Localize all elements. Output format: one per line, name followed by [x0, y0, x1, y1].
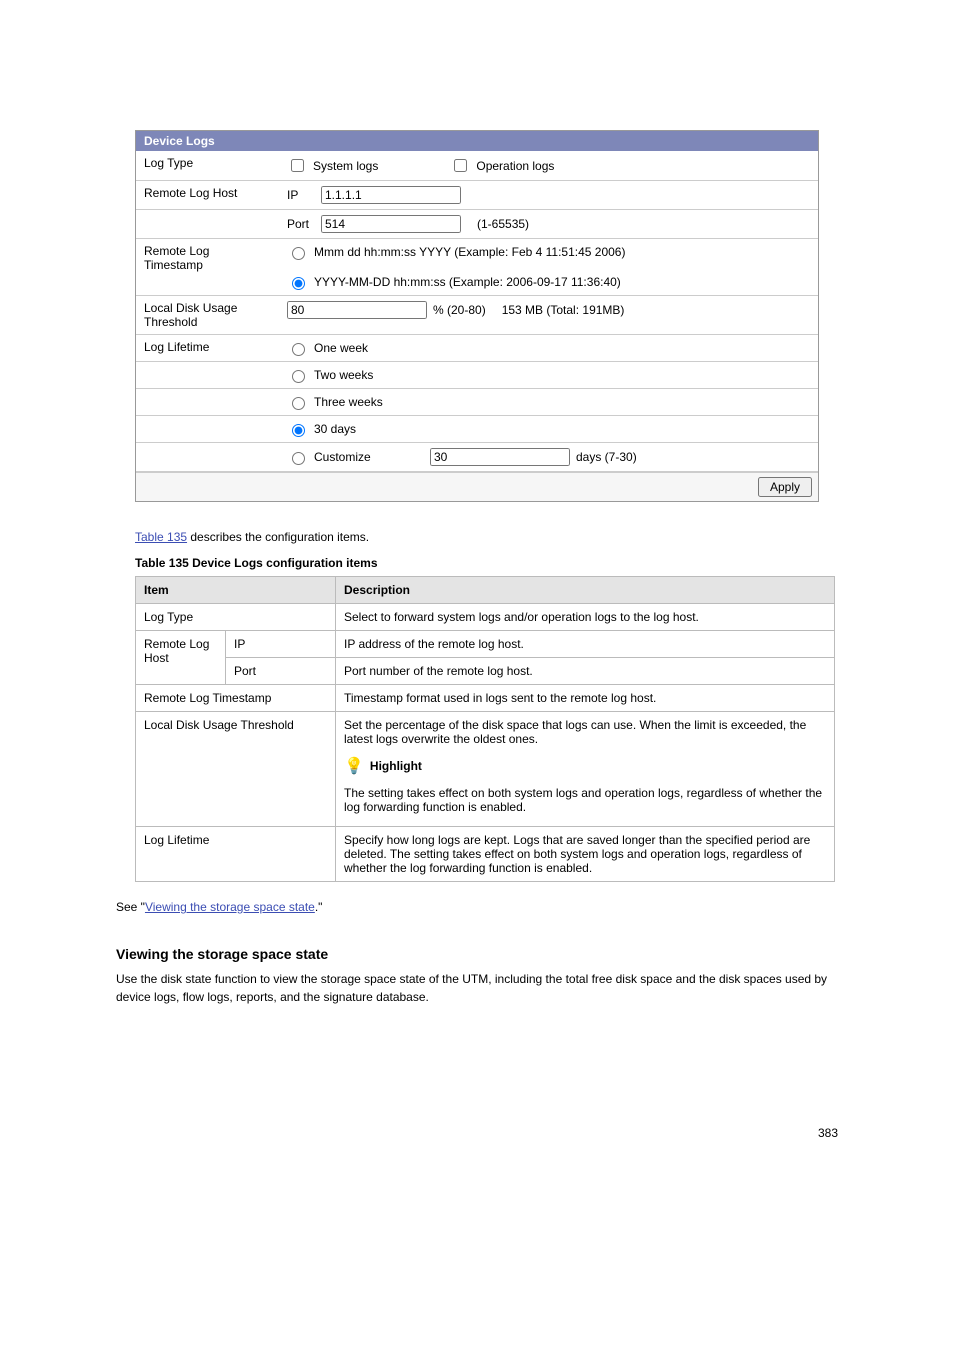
cell-remotehost-port-desc: Port number of the remote log host. [336, 658, 835, 685]
see-suffix: ." [315, 900, 323, 914]
label-remote-log-host: Remote Log Host [136, 181, 279, 210]
label-log-lifetime: Log Lifetime [136, 335, 279, 362]
lifetime-oneweek-row: One week [287, 340, 810, 356]
diskusage-desc1: Set the percentage of the disk space tha… [344, 718, 826, 746]
lifetime-30days-row: 30 days [287, 421, 810, 437]
input-customize-days[interactable] [430, 448, 570, 466]
device-logs-form: Log Type System logs Operation logs Remo… [136, 151, 818, 472]
cell-lifetime-desc: Specify how long logs are kept. Logs tha… [336, 827, 835, 882]
lifetime-empty2 [136, 389, 279, 416]
lifetime-empty4 [136, 443, 279, 472]
timestamp-opt1-row: Mmm dd hh:mm:ss YYYY (Example: Feb 4 11:… [287, 244, 810, 260]
radio-three-weeks[interactable] [292, 397, 305, 410]
description-table: Item Description Log Type Select to forw… [135, 576, 835, 882]
lifetime-customize-row: Customize days (7-30) [287, 448, 810, 466]
lifetime-empty3 [136, 416, 279, 443]
label-disk-usage: Local Disk Usage Threshold [136, 296, 279, 335]
radio-one-week[interactable] [292, 343, 305, 356]
label-disk-usage-info: 153 MB (Total: 191MB) [502, 303, 625, 317]
section-paragraph: Use the disk state function to view the … [116, 970, 838, 1006]
input-ip[interactable] [321, 186, 461, 204]
caption-line: Table 135 describes the configuration it… [135, 530, 954, 544]
lifetime-threeweeks-row: Three weeks [287, 394, 810, 410]
radio-timestamp-mmm[interactable] [292, 247, 305, 260]
see-link[interactable]: Viewing the storage space state [145, 900, 315, 914]
see-prefix: See " [116, 900, 145, 914]
label-customize-suffix: days (7-30) [576, 450, 637, 464]
label-remote-timestamp: Remote Log Timestamp [136, 239, 279, 296]
th-item: Item [136, 577, 336, 604]
table-row: Remote Log Host IP IP address of the rem… [136, 631, 835, 658]
device-logs-panel: Device Logs Log Type System logs Operati… [135, 130, 819, 502]
label-operation-logs: Operation logs [476, 159, 554, 173]
radio-30-days[interactable] [292, 424, 305, 437]
apply-button[interactable]: Apply [758, 477, 812, 497]
input-port[interactable] [321, 215, 461, 233]
port-row: Port (1-65535) [287, 215, 810, 233]
label-disk-usage-suffix: % (20-80) [433, 303, 486, 317]
page-number: 383 [0, 1126, 838, 1140]
label-customize: Customize [314, 450, 424, 464]
cell-remotehost-ip-desc: IP address of the remote log host. [336, 631, 835, 658]
table-row: Log Type Select to forward system logs a… [136, 604, 835, 631]
cell-lifetime-item: Log Lifetime [136, 827, 336, 882]
table-row: Log Lifetime Specify how long logs are k… [136, 827, 835, 882]
cell-logtype-desc: Select to forward system logs and/or ope… [336, 604, 835, 631]
label-two-weeks: Two weeks [314, 368, 373, 382]
label-port: Port [287, 217, 315, 231]
radio-two-weeks[interactable] [292, 370, 305, 383]
radio-customize[interactable] [292, 452, 305, 465]
disk-usage-row: % (20-80) 153 MB (Total: 191MB) [287, 301, 810, 319]
highlight-label: Highlight [370, 759, 422, 773]
table-row: Remote Log Timestamp Timestamp format us… [136, 685, 835, 712]
table-header-row: Item Description [136, 577, 835, 604]
table-row: Local Disk Usage Threshold Set the perce… [136, 712, 835, 827]
table-caption-suffix: describes the configuration items. [187, 530, 369, 544]
diskusage-desc2: The setting takes effect on both system … [344, 786, 826, 814]
lifetime-twoweeks-row: Two weeks [287, 367, 810, 383]
highlight-row: 💡 Highlight [344, 756, 826, 776]
cell-remotehost-item: Remote Log Host [136, 631, 226, 685]
label-port-range: (1-65535) [477, 217, 529, 231]
section-heading: Viewing the storage space state [116, 946, 954, 962]
panel-footer: Apply [136, 472, 818, 501]
checkbox-system-logs[interactable] [291, 159, 304, 172]
label-one-week: One week [314, 341, 368, 355]
label-timestamp-yyyy: YYYY-MM-DD hh:mm:ss (Example: 2006-09-17… [314, 275, 621, 289]
table-row: Port Port number of the remote log host. [136, 658, 835, 685]
panel-title: Device Logs [136, 131, 818, 151]
cell-remotets-item: Remote Log Timestamp [136, 685, 336, 712]
cell-remotets-desc: Timestamp format used in logs sent to th… [336, 685, 835, 712]
radio-timestamp-yyyy[interactable] [292, 277, 305, 290]
label-timestamp-mmm: Mmm dd hh:mm:ss YYYY (Example: Feb 4 11:… [314, 245, 625, 259]
label-30-days: 30 days [314, 422, 356, 436]
label-ip: IP [287, 188, 315, 202]
cell-remotehost-port-sub: Port [226, 658, 336, 685]
lifetime-empty1 [136, 362, 279, 389]
ip-row: IP [287, 186, 810, 204]
cell-diskusage-desc: Set the percentage of the disk space tha… [336, 712, 835, 827]
table-title: Table 135 Device Logs configuration item… [135, 556, 954, 570]
table-caption-link[interactable]: Table 135 [135, 530, 187, 544]
input-disk-usage[interactable] [287, 301, 427, 319]
cell-diskusage-item: Local Disk Usage Threshold [136, 712, 336, 827]
timestamp-opt2-row: YYYY-MM-DD hh:mm:ss (Example: 2006-09-17… [287, 274, 810, 290]
label-empty-port [136, 210, 279, 239]
cell-remotehost-ip-sub: IP [226, 631, 336, 658]
checkbox-operation-logs[interactable] [454, 159, 467, 172]
cell-logtype-item: Log Type [136, 604, 336, 631]
log-type-row: System logs Operation logs [287, 156, 810, 175]
label-system-logs: System logs [313, 159, 378, 173]
lightbulb-icon: 💡 [344, 756, 364, 776]
see-line: See "Viewing the storage space state." [116, 898, 838, 916]
th-desc: Description [336, 577, 835, 604]
label-three-weeks: Three weeks [314, 395, 383, 409]
label-log-type: Log Type [136, 151, 279, 181]
